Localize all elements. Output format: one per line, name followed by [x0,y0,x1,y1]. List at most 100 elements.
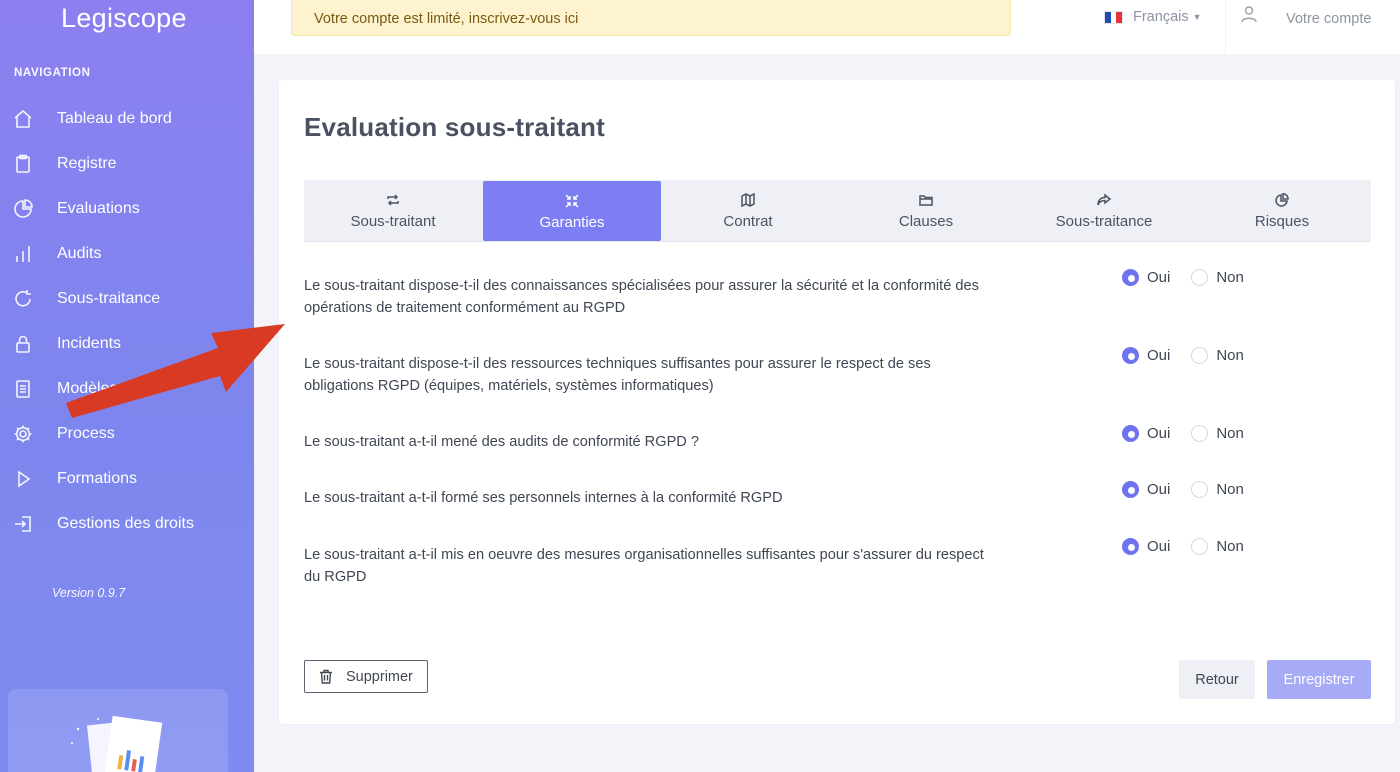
sidebar-item-label: Registre [57,155,117,172]
question-text: Le sous-traitant a-t-il mené des audits … [304,434,700,450]
language-label: Français [1133,9,1189,25]
radio-non[interactable] [1191,425,1209,442]
evaluation-card [279,80,1395,724]
question-2-options: Oui Non [1122,347,1244,364]
question-text: obligations RGPD (équipes, matériels, sy… [304,378,714,394]
sidebar-item-sous-traitance[interactable]: Sous-traitance [0,279,254,319]
share-icon [1015,193,1193,207]
sidebar-item-evaluations[interactable]: Evaluations [0,189,254,229]
sidebar-item-registre[interactable]: Registre [0,144,254,184]
login-icon [13,514,33,534]
radio-oui[interactable] [1122,425,1139,442]
sidebar-item-formations[interactable]: Formations [0,459,254,499]
radio-oui[interactable] [1122,481,1139,498]
option-label: Non [1216,538,1244,555]
sidebar-item-label: Audits [57,245,102,262]
option-label: Non [1216,425,1244,442]
radio-oui[interactable] [1122,347,1139,364]
question-3-options: Oui Non [1122,425,1244,442]
delete-button-label: Supprimer [346,668,413,685]
sidebar: Legiscope NAVIGATION Tableau de bord Reg… [0,0,254,772]
question-text: du RGPD [304,569,367,585]
app-version: Version 0.9.7 [52,586,126,600]
tab-label: Sous-traitance [1055,213,1153,230]
sidebar-item-label: Tableau de bord [57,110,172,127]
radio-oui[interactable] [1122,538,1139,555]
lock-icon [13,334,33,354]
sidebar-item-label: Process [57,425,115,442]
tab-sous-traitance[interactable]: Sous-traitance [1015,180,1193,242]
sidebar-promo-illustration [8,689,228,772]
user-icon [1240,5,1258,23]
language-selector[interactable]: Français ▼ [1104,9,1202,25]
sidebar-item-process[interactable]: Process [0,414,254,454]
radio-non[interactable] [1191,481,1209,498]
brand-logo[interactable]: Legiscope [61,3,187,34]
tab-label: Garanties [539,214,605,231]
tab-contrat[interactable]: Contrat [659,180,837,242]
sidebar-item-incidents[interactable]: Incidents [0,324,254,364]
save-button[interactable]: Enregistrer [1267,660,1371,699]
tab-label: Sous-traitant [350,213,436,230]
option-label: Oui [1147,269,1171,286]
radio-oui[interactable] [1122,269,1139,286]
account-menu[interactable]: Votre compte [1225,0,1395,54]
collapse-icon [483,194,661,208]
question-5-options: Oui Non [1122,538,1244,555]
tab-garanties[interactable]: Garanties [483,181,661,241]
option-label: Oui [1147,481,1171,498]
question-text: Le sous-traitant a-t-il mis en oeuvre de… [304,547,984,563]
trash-icon [319,669,333,684]
question-1: Le sous-traitant dispose-t-il des connai… [304,275,1014,319]
sidebar-item-audits[interactable]: Audits [0,234,254,274]
question-3: Le sous-traitant a-t-il mené des audits … [304,431,1014,453]
map-icon [659,193,837,207]
radio-non[interactable] [1191,269,1209,286]
option-label: Oui [1147,347,1171,364]
question-4-options: Oui Non [1122,481,1244,498]
bar-chart-icon [13,244,33,264]
option-label: Oui [1147,538,1171,555]
option-label: Non [1216,269,1244,286]
delete-button[interactable]: Supprimer [304,660,428,693]
folder-icon [837,193,1015,207]
question-text: Le sous-traitant dispose-t-il des ressou… [304,356,931,372]
tab-clauses[interactable]: Clauses [837,180,1015,242]
home-icon [13,109,33,129]
option-label: Oui [1147,425,1171,442]
pie-chart-icon [1193,193,1371,207]
tab-risques[interactable]: Risques [1193,180,1371,242]
question-text: opérations de traitement conformément au… [304,300,626,316]
account-limited-alert[interactable]: Votre compte est limité, inscrivez-vous … [291,0,1011,36]
gear-icon [13,424,33,444]
sidebar-item-label: Formations [57,470,138,487]
sidebar-item-modeles-types[interactable]: Modèles types [0,369,254,409]
question-5: Le sous-traitant a-t-il mis en oeuvre de… [304,544,1014,588]
sidebar-item-gestions-des-droits[interactable]: Gestions des droits [0,504,254,544]
radio-non[interactable] [1191,538,1209,555]
pie-chart-icon [13,199,33,219]
radio-non[interactable] [1191,347,1209,364]
account-label: Votre compte [1286,11,1372,27]
france-flag-icon [1104,10,1123,24]
page-title: Evaluation sous-traitant [304,112,605,142]
question-1-options: Oui Non [1122,269,1244,286]
sidebar-item-label: Gestions des droits [57,515,194,532]
sidebar-item-label: Evaluations [57,200,140,217]
chevron-down-icon: ▼ [1192,12,1202,22]
back-button[interactable]: Retour [1179,660,1255,699]
option-label: Non [1216,481,1244,498]
question-2: Le sous-traitant dispose-t-il des ressou… [304,353,1014,397]
tab-label: Risques [1254,213,1310,230]
repeat-icon [304,193,482,207]
document-icon [13,379,33,399]
tab-sous-traitant[interactable]: Sous-traitant [304,180,482,242]
refresh-icon [13,289,33,309]
sidebar-item-tableau-de-bord[interactable]: Tableau de bord [0,99,254,139]
tab-label: Contrat [723,213,773,230]
question-text: Le sous-traitant dispose-t-il des connai… [304,278,979,294]
tab-label: Clauses [898,213,954,230]
question-text: Le sous-traitant a-t-il formé ses person… [304,490,783,506]
evaluation-tabs: Sous-traitant Garanties Contrat Clauses … [304,180,1371,242]
sidebar-item-label: Modèles types [57,380,161,397]
